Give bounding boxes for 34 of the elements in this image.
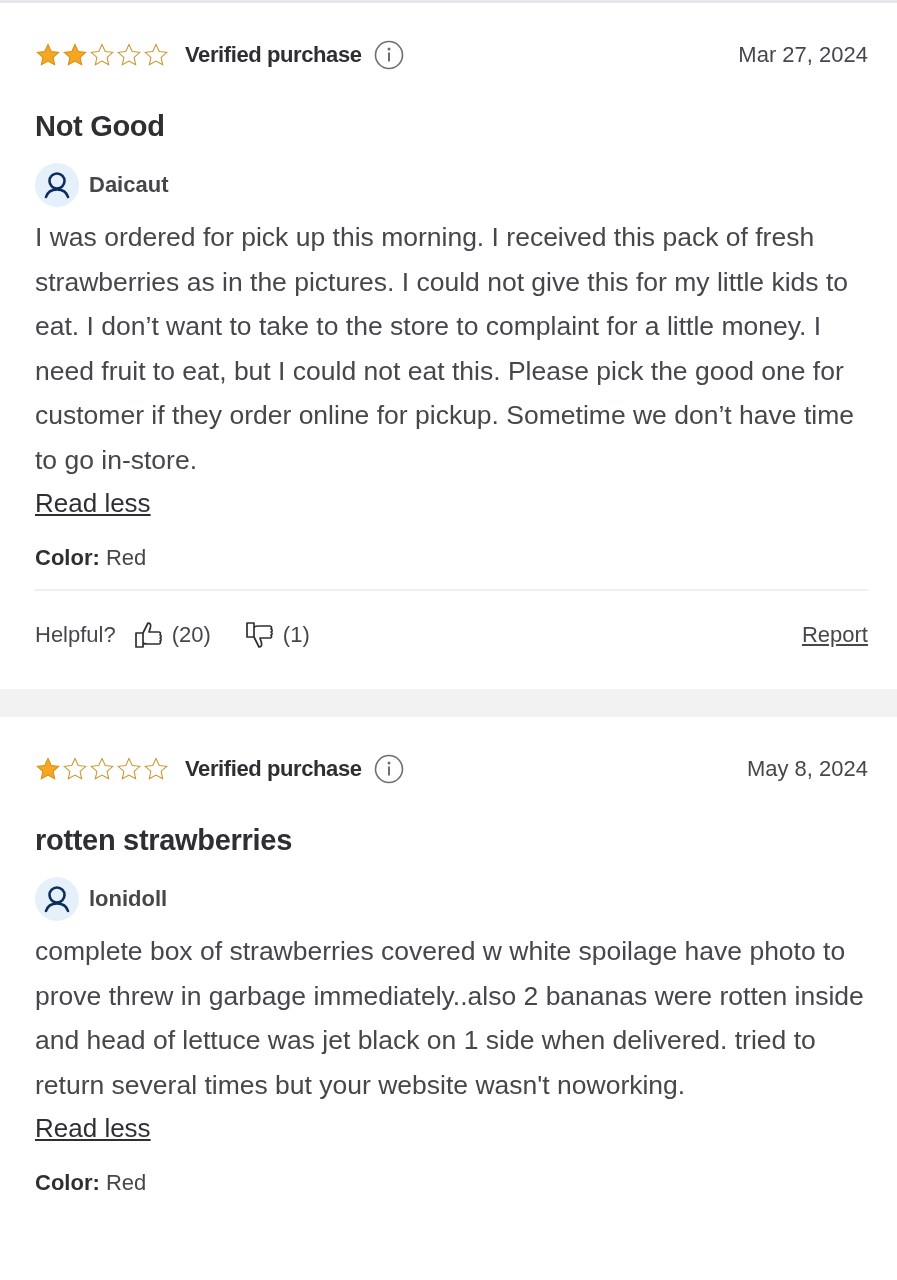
empty-star-icon xyxy=(116,757,142,781)
review-title: Not Good xyxy=(35,110,166,143)
reviewer-name: Daicaut xyxy=(89,172,169,198)
color-attribute: Color: Red xyxy=(35,1170,148,1196)
empty-star-icon xyxy=(89,757,115,781)
avatar-icon xyxy=(35,877,79,921)
review-text: complete box of strawberries covered w white spoilage have photo to prove threw in garbage immediately..also 2 bananas were rotten inside and head of lettuce was jet black on 1 side when delivered. tried to return several times but your website wasn't noworking. xyxy=(35,935,865,1102)
empty-star-icon xyxy=(143,757,169,781)
empty-star-icon xyxy=(143,43,169,67)
info-icon[interactable] xyxy=(373,754,404,784)
review-date: May 8, 2024 xyxy=(746,756,868,782)
report-link[interactable]: Report xyxy=(801,622,868,648)
filled-star-icon xyxy=(35,757,61,781)
empty-star-icon xyxy=(89,43,115,67)
color-attribute: Color: Red xyxy=(35,545,148,571)
unhelpful-count: (1) xyxy=(282,622,310,648)
review-text: I was ordered for pick up this morning. I received this pack of fresh strawberries as in the pictures. I could not give this for my little kids to eat. I don’t want to take to the store to complaint for a little money. I need fruit to eat, but I could not eat this. Please pick the good one for customer if they order online for pickup. Sometime we don’t have time to go in-store. xyxy=(35,221,855,477)
thumbs-up-icon[interactable] xyxy=(133,621,164,649)
thumbs-down-icon[interactable] xyxy=(244,621,275,649)
read-less-link[interactable]: Read less xyxy=(35,488,151,519)
helpful-label: Helpful? xyxy=(35,622,116,648)
read-less-link[interactable]: Read less xyxy=(35,1113,151,1144)
empty-star-icon xyxy=(116,43,142,67)
verified-purchase-label: Verified purchase xyxy=(185,756,362,782)
verified-purchase-label: Verified purchase xyxy=(185,42,362,68)
avatar-icon xyxy=(35,163,79,207)
review-date: Mar 27, 2024 xyxy=(738,42,868,68)
helpful-count: (20) xyxy=(171,622,211,648)
filled-star-icon xyxy=(35,43,61,67)
review-title: rotten strawberries xyxy=(35,824,293,857)
empty-star-icon xyxy=(62,757,88,781)
info-icon[interactable] xyxy=(373,40,404,70)
reviewer-name: lonidoll xyxy=(89,886,168,912)
filled-star-icon xyxy=(62,43,88,67)
